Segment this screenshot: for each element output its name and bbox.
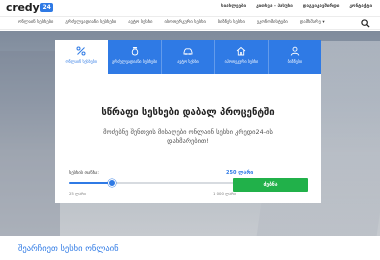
nav-item-long-term-loans[interactable]: გრძელვადიანი სესხები xyxy=(65,20,116,25)
logo-badge: 24 xyxy=(40,3,53,12)
hero-background-building xyxy=(0,51,60,236)
tab-mortgage[interactable]: იპოთეკური სესხი xyxy=(215,40,269,74)
slider-fill xyxy=(69,182,112,184)
car-icon xyxy=(183,48,193,55)
house-icon xyxy=(237,46,246,56)
amount-value: 250 ლარი xyxy=(226,170,254,176)
amount-label: სესხის თანხა: xyxy=(69,171,99,176)
search-button[interactable]: ძებნა xyxy=(233,178,308,192)
money-bag-icon xyxy=(131,47,138,56)
tab-label: ავტო სესხი xyxy=(177,59,199,64)
tab-business[interactable]: ბიზნესი xyxy=(268,40,322,74)
top-bar: credy 24 სიახლეები კითხვა - პასუხი დაგვი… xyxy=(0,0,380,16)
tab-auto-loan[interactable]: ავტო სესხი xyxy=(161,40,216,74)
top-link-contact-us[interactable]: დაგვიკავშირდი xyxy=(303,4,340,9)
logo-text: credy xyxy=(6,1,40,14)
card-title: სწრაფი სესხები დაბალ პროცენტში xyxy=(101,107,275,118)
top-link-news[interactable]: სიახლეები xyxy=(221,4,246,9)
percent-icon xyxy=(76,46,86,56)
tab-label: ბიზნესი xyxy=(287,59,303,64)
nav-item-business-loan[interactable]: ბიზნეს სესხი xyxy=(218,20,245,25)
nav-item-auto-loan[interactable]: ავტო სესხი xyxy=(128,20,152,25)
logo[interactable]: credy 24 xyxy=(6,1,53,14)
slider-thumb[interactable] xyxy=(108,179,116,187)
top-link-contacts[interactable]: კონტაქტი xyxy=(349,4,372,9)
nav-item-online-loans[interactable]: ონლაინ სესხები xyxy=(18,20,53,25)
search-icon[interactable] xyxy=(361,19,370,28)
tab-online-loans[interactable]: ონლაინ სესხები xyxy=(55,40,109,74)
nav-item-mortgage[interactable]: ისოთერკური სესხი xyxy=(164,20,205,25)
tab-long-term-loans[interactable]: გრძელვადიანი სესხები xyxy=(108,40,162,74)
loan-search-card: სწრაფი სესხები დაბალ პროცენტში მოძებნე შ… xyxy=(55,74,321,203)
user-icon xyxy=(290,46,300,56)
card-subtitle: მოძებნე შენთვის მისაღები ონლაინ სესხი კრ… xyxy=(103,128,273,145)
tab-label: ონლაინ სესხები xyxy=(65,59,97,64)
tab-label: გრძელვადიანი სესხები xyxy=(111,59,158,64)
range-min: 25 ლარი xyxy=(69,191,86,196)
nav-item-more-dropdown[interactable]: დამხმარე ▾ xyxy=(300,20,325,25)
section-title: შეარჩიეთ სესხი ონლაინ xyxy=(18,244,119,254)
top-links: სიახლეები კითხვა - პასუხი დაგვიკავშირდი … xyxy=(221,4,372,9)
tab-label: იპოთეკური სესხი xyxy=(224,59,259,64)
top-link-faq[interactable]: კითხვა - პასუხი xyxy=(256,4,293,9)
amount-slider[interactable] xyxy=(69,179,240,187)
loan-type-tabs: ონლაინ სესხები გრძელვადიანი სესხები ავტო… xyxy=(55,40,322,74)
main-nav: ონლაინ სესხები გრძელვადიანი სესხები ავტო… xyxy=(0,16,380,30)
nav-item-economists[interactable]: ეკონომისტები xyxy=(257,20,288,25)
